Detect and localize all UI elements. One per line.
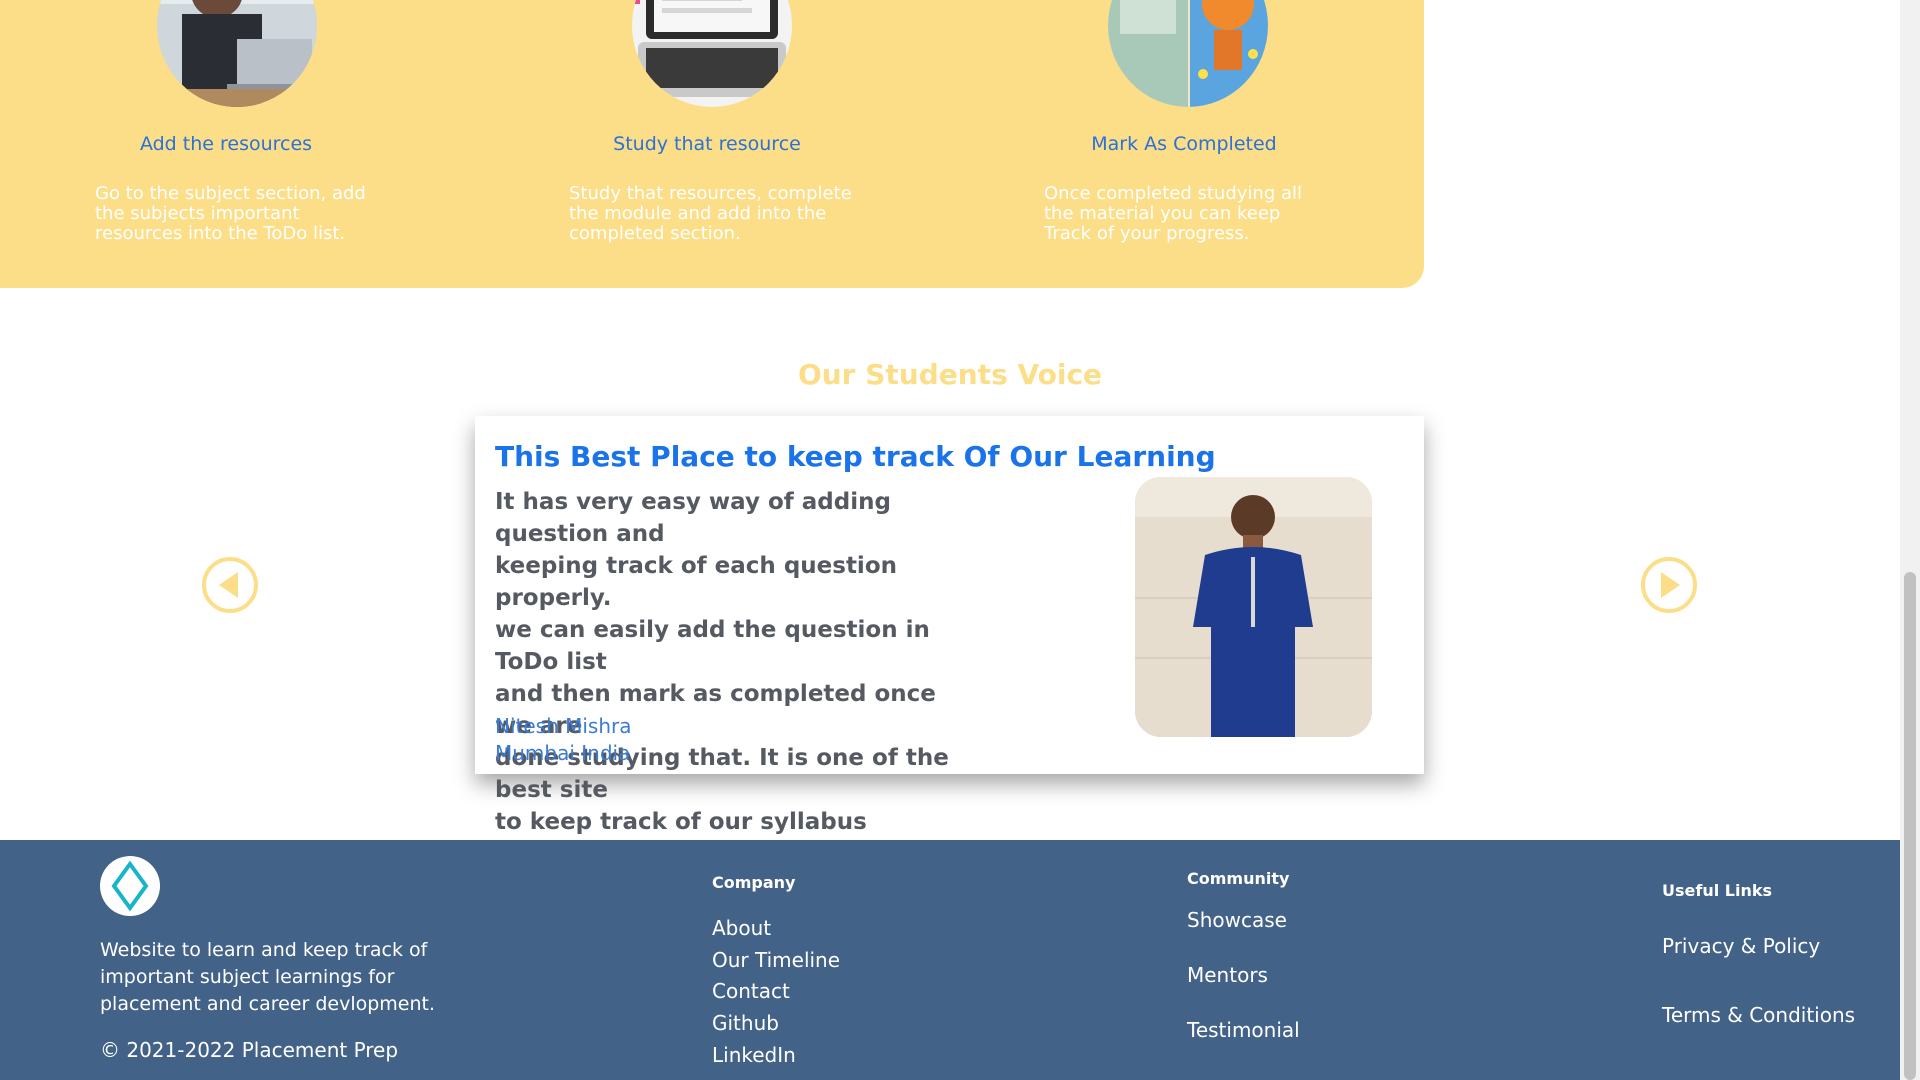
footer-link-terms-conditions[interactable]: Terms & Conditions [1662, 1003, 1855, 1027]
student-photo [1135, 477, 1372, 737]
footer-column-heading: Company [712, 873, 796, 892]
footer-link-linkedin[interactable]: LinkedIn [712, 1043, 796, 1067]
copyright: © 2021-2022 Placement Prep [100, 1038, 399, 1062]
step-description-line: Once completed studying all [1044, 183, 1303, 204]
footer-description-line: Website to learn and keep track of [100, 939, 428, 961]
footer-community-column: Community Showcase Mentors Testimonial [1187, 869, 1300, 1042]
step-description-line: Track of your progress. [1044, 223, 1250, 244]
step-description-line: Go to the subject section, add [95, 183, 366, 204]
step-title: Mark As Completed [1091, 133, 1277, 155]
testimonial-text-line: keeping track of each question properly. [495, 553, 897, 611]
laptop-photo [632, 0, 792, 107]
step-description: Go to the subject section, add the subje… [95, 184, 395, 244]
step-description-line: completed section. [569, 223, 741, 244]
students-voice-heading: Our Students Voice [797, 358, 1103, 391]
step-description: Study that resources, complete the modul… [569, 184, 869, 244]
step-description: Once completed studying all the material… [1044, 184, 1344, 244]
student-name: Nitesh Mishra [495, 714, 632, 738]
testimonial-text: It has very easy way of adding question … [495, 486, 975, 870]
footer-useful-links-column: Useful Links Privacy & Policy Terms & Co… [1662, 881, 1855, 1027]
footer-column-heading: Useful Links [1662, 881, 1773, 900]
footer-description-line: placement and career devlopment. [100, 993, 436, 1015]
footer-column-heading: Community [1187, 869, 1290, 888]
books-photo [1108, 0, 1268, 107]
footer-description-line: important subject learnings for [100, 966, 395, 988]
student-location: Mumbai India [495, 741, 631, 765]
how-it-works-section: Add the resources Go to the subject sect… [0, 0, 1424, 288]
footer-link-privacy-policy[interactable]: Privacy & Policy [1662, 934, 1820, 958]
step-title: Add the resources [139, 133, 313, 155]
footer-link-our-timeline[interactable]: Our Timeline [712, 948, 840, 972]
footer-company-column: Company About Our Timeline Contact Githu… [712, 873, 840, 1067]
person-with-laptop-photo [157, 0, 317, 107]
footer-link-contact[interactable]: Contact [712, 979, 790, 1003]
footer-link-mentors[interactable]: Mentors [1187, 963, 1268, 987]
arrow-left-circle-icon[interactable] [201, 556, 259, 614]
footer-link-github[interactable]: Github [712, 1011, 779, 1035]
page-scrollbar[interactable] [1900, 0, 1920, 1080]
site-logo-icon[interactable] [100, 856, 160, 916]
site-footer: Website to learn and keep track of impor… [0, 840, 1900, 1080]
testimonial-card: This Best Place to keep track Of Our Lea… [475, 416, 1424, 867]
testimonial-text-line: It has very easy way of adding question … [495, 489, 891, 547]
step-description-line: Study that resources, complete [569, 183, 852, 204]
footer-description: Website to learn and keep track of impor… [100, 937, 440, 1018]
step-description-line: resources into the ToDo list. [95, 223, 346, 244]
footer-link-showcase[interactable]: Showcase [1187, 908, 1287, 932]
testimonial-heading: This Best Place to keep track Of Our Lea… [495, 440, 1216, 473]
step-title: Study that resource [613, 133, 801, 155]
footer-link-about[interactable]: About [712, 916, 771, 940]
step-description-line: the material you can keep [1044, 203, 1281, 224]
step-description-line: the subjects important [95, 203, 300, 224]
footer-link-testimonial[interactable]: Testimonial [1187, 1018, 1300, 1042]
scrollbar-thumb[interactable] [1904, 572, 1916, 1080]
step-description-line: the module and add into the [569, 203, 827, 224]
testimonial-text-line: we can easily add the question in ToDo l… [495, 617, 930, 675]
arrow-right-circle-icon[interactable] [1640, 556, 1698, 614]
